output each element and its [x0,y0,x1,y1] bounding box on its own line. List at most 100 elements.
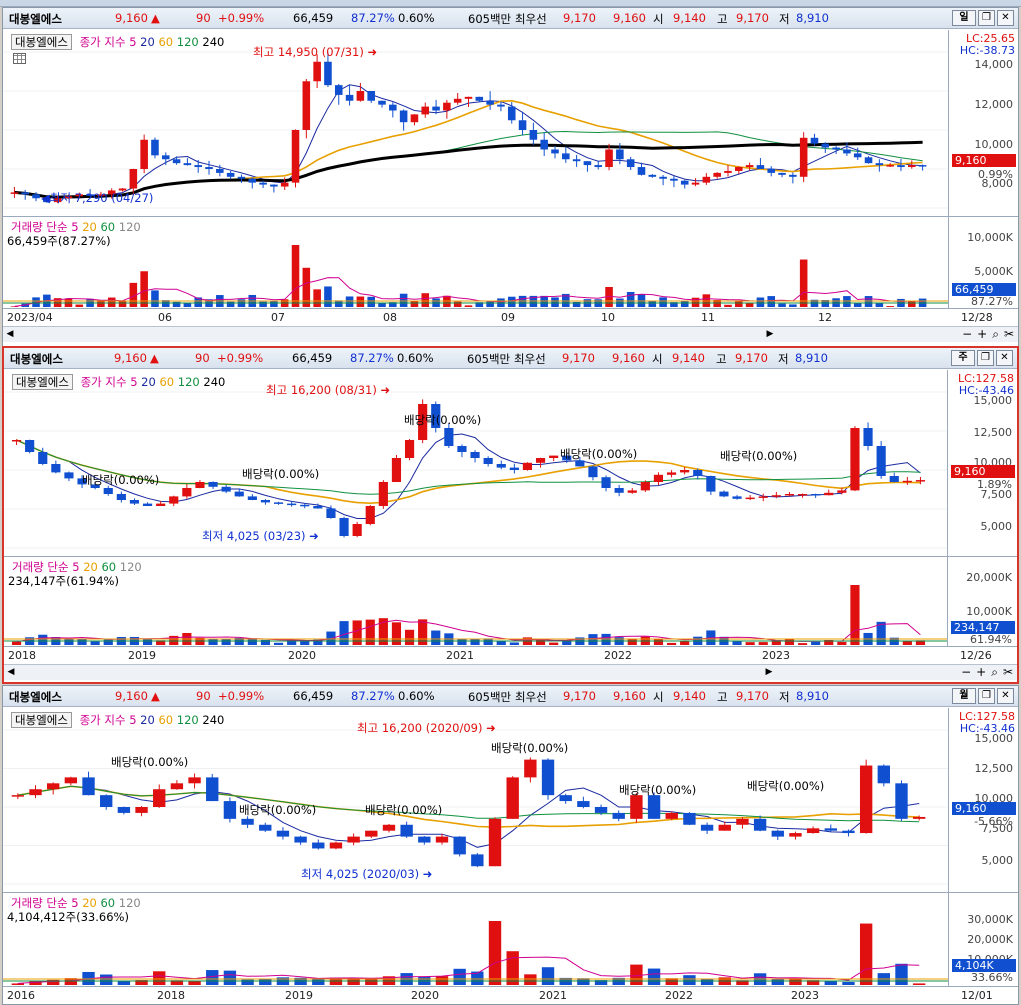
volume-plot-svg[interactable] [3,217,948,309]
high-annotation: 최고 16,200 (08/31) ➜ [266,383,391,397]
tool-icon[interactable]: ✂ [1003,665,1013,680]
low-label: 저 [778,352,789,366]
period-button[interactable]: 주 [951,350,975,366]
search-icon[interactable]: ⌕ [992,327,999,342]
candle-body [588,466,598,478]
legend-ma60: 60 [158,713,174,727]
candle-body [886,165,894,167]
candle-body [483,458,493,464]
close-icon[interactable]: ✕ [996,350,1013,366]
price-chart[interactable]: 대봉엘에스 종가 지수 5 20 60 120 240 최고 16,200 (2… [3,708,1018,892]
vol-legend-ma120: 120 [119,560,142,574]
price-chart[interactable]: 대봉엘에스 종가 지수 5 20 60 120 240 최고 16,200 (0… [4,370,1017,556]
candle-body [347,836,360,843]
candle-body [756,165,765,169]
scroll-left-icon[interactable]: ◀ [4,666,18,679]
candle-body [367,91,375,101]
best-label: 최우선 [514,352,546,366]
volume-chart[interactable]: 거래량 단순 5 20 60 120 66,459주(87.27%) 10,00… [3,216,1018,309]
minus-icon[interactable]: − [961,665,971,680]
restore-icon[interactable]: ❐ [978,688,995,704]
vol-legend-main: 거래량 단순 5 [12,560,80,574]
candle-body [758,496,768,498]
legend-stock-name[interactable]: 대봉엘에스 [12,374,73,390]
candle-body [116,494,126,500]
chart-panel-monthly[interactable]: 대봉엘에스 9,160 ▲ 90 +0.99% 66,459 87.27% 0.… [2,685,1019,1005]
volume-plot-svg[interactable] [3,893,948,987]
chart-panel-weekly[interactable]: 대봉엘에스 9,160 ▲ 90 +0.99% 66,459 87.27% 0.… [2,346,1019,684]
chart-scrollbar[interactable]: ◀ ▶ − + ⌕ ✂ [4,664,1017,680]
plus-icon[interactable]: + [976,665,986,680]
candle-body [612,812,625,819]
candle-body [216,169,224,173]
legend-main: 종가 지수 5 [80,375,138,389]
volume-bar [107,297,116,307]
candle-body [551,149,559,154]
period-button[interactable]: 일 [952,10,976,26]
x-last-label: 12/26 [960,649,992,662]
restore-icon[interactable]: ❐ [977,350,994,366]
candle-body [25,440,35,452]
candle-body [421,106,430,115]
restore-icon[interactable]: ❐ [978,10,995,26]
minus-icon[interactable]: − [962,327,972,342]
scroll-right-icon[interactable]: ▶ [763,328,777,341]
x-label: 07 [271,311,285,324]
vol-legend-main: 거래량 단순 5 [11,220,79,234]
candle-body [221,486,231,492]
search-icon[interactable]: ⌕ [991,665,998,680]
chart-panel-daily[interactable]: 대봉엘에스 9,160 ▲ 90 +0.99% 66,459 87.27% 0.… [2,7,1019,347]
candle-body [276,830,290,837]
volume-plot-svg[interactable] [4,557,947,647]
x-label: 2019 [128,649,156,662]
volume-chart[interactable]: 거래량 단순 5 20 60 120 234,147주(61.94%) 20,0… [4,556,1017,647]
volume-bar [453,968,466,985]
candle-body [32,194,40,199]
candle-body [313,61,321,82]
candle-body [524,759,537,778]
legend-stock-name[interactable]: 대봉엘에스 [11,34,72,50]
price-plot-svg[interactable] [3,30,948,216]
volume-bar [259,978,272,985]
price-chart[interactable]: 대봉엘에스 종가 지수 5 20 60 120 240 최고 14,950 (0… [3,30,1018,216]
volume-bar [356,296,365,307]
vol-ratio: 87.27% [350,351,394,365]
candle-body [540,139,548,150]
candle-body [907,165,916,168]
tool-icon[interactable]: ✂ [1004,327,1014,342]
candle-body [875,163,884,166]
stock-name[interactable]: 대봉엘에스 [9,689,62,705]
candle-body [706,476,716,492]
volume-bar [700,979,714,985]
scroll-left-icon[interactable]: ◀ [3,328,17,341]
high: 9,170 [736,11,769,25]
period-button[interactable]: 월 [952,688,976,704]
candle-body [693,470,703,476]
legend-stock-name[interactable]: 대봉엘에스 [11,712,72,728]
volume-bar [151,290,159,307]
volume-bar [647,968,661,985]
chart-scrollbar[interactable]: ◀ ▶ − + ⌕ ✂ [3,326,1018,342]
volume-bar [365,978,378,985]
candle-body [475,96,484,101]
ask: 9,170 [563,689,596,703]
volume-bar [778,303,786,307]
volume-bar [347,978,360,985]
plus-icon[interactable]: + [977,327,987,342]
legend-ma20: 20 [140,713,155,727]
vol-legend-ma60: 60 [100,220,116,234]
grid-icon[interactable] [13,53,26,64]
scroll-right-icon[interactable]: ▶ [762,666,776,679]
candle-body [799,137,808,177]
price-plot-svg[interactable] [4,370,947,556]
candle-body [626,159,635,168]
stock-name[interactable]: 대봉엘에스 [10,351,63,367]
close-icon[interactable]: ✕ [997,10,1014,26]
close-icon[interactable]: ✕ [997,688,1014,704]
stock-name[interactable]: 대봉엘에스 [9,11,62,27]
volume-bar [324,286,332,307]
volume-bar [666,642,677,645]
low-annotation: 최저 4,025 (03/23) ➜ [202,529,319,543]
volume-chart[interactable]: 거래량 단순 5 20 60 120 4,104,412주(33.66%) 30… [3,892,1018,987]
candle-body [294,836,307,843]
